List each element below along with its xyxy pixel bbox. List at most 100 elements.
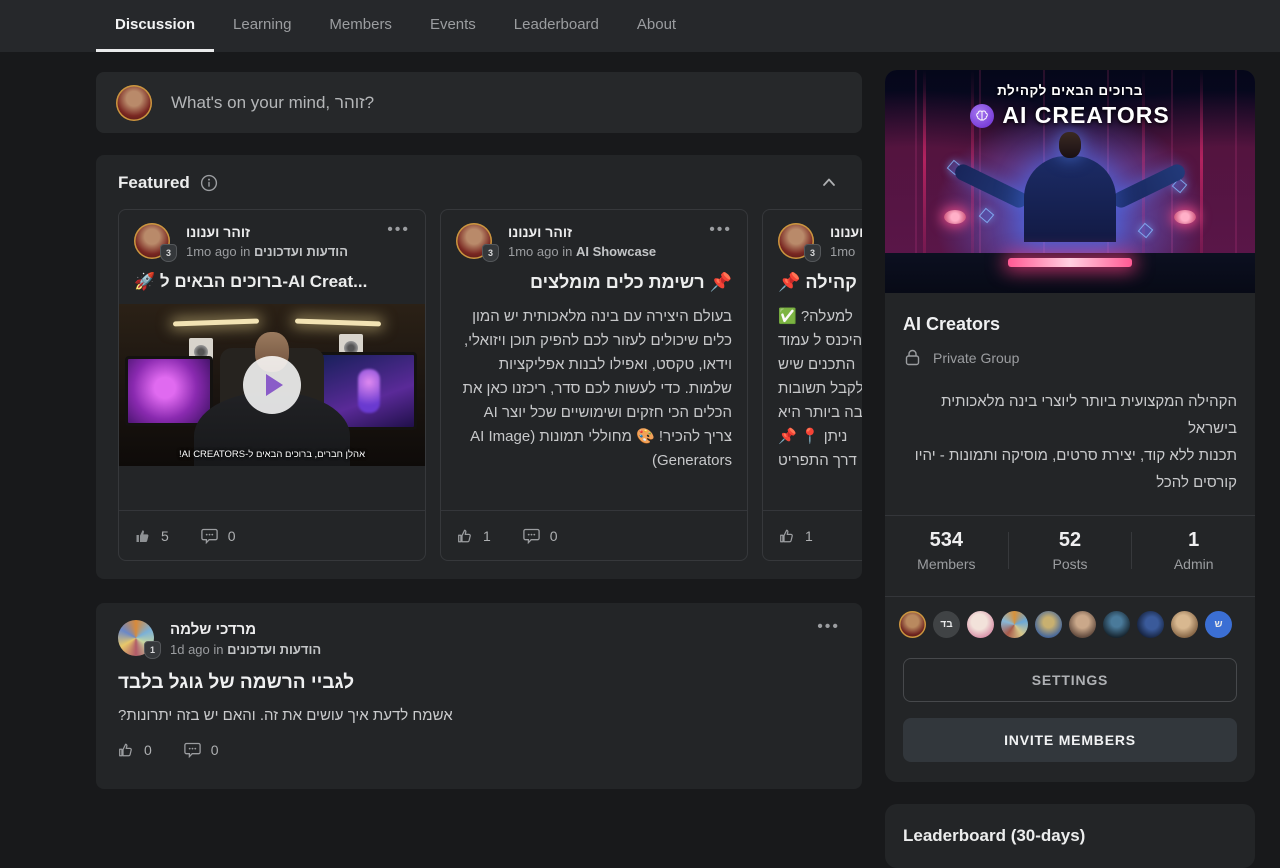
tab-about[interactable]: About (618, 0, 695, 52)
member-avatar[interactable] (1137, 611, 1164, 638)
figure-hand (1174, 210, 1196, 224)
comment-icon[interactable] (523, 527, 540, 544)
author-name[interactable]: מרדכי שלמה (170, 621, 321, 638)
body-line: למעלה? ✅ (778, 305, 862, 329)
stat-label: Admin (1132, 556, 1255, 572)
group-banner-image: ברוכים הבאים לקהילת AI CREATORS (885, 70, 1255, 293)
member-avatar[interactable] (1103, 611, 1130, 638)
meta-time: 1mo ago in (186, 244, 250, 259)
monitor-left (125, 356, 213, 426)
member-avatar[interactable] (967, 611, 994, 638)
video-caption: אהלן חברים, ברוכים הבאים ל-AI CREATORS! (119, 449, 425, 460)
card-footer: 1 (763, 510, 862, 560)
figure-head (1059, 132, 1081, 158)
member-avatar[interactable] (1035, 611, 1062, 638)
comment-count: 0 (550, 528, 558, 544)
banner-text: ברוכים הבאים לקהילת AI CREATORS (885, 83, 1255, 129)
post-body: בעולם היצירה עם בינה מלאכותית יש המון כל… (456, 305, 732, 473)
like-count: 1 (805, 528, 813, 544)
like-icon[interactable] (118, 742, 134, 758)
level-badge: 3 (482, 244, 499, 262)
tab-events[interactable]: Events (411, 0, 495, 52)
level-badge: 1 (144, 641, 161, 659)
like-count: 1 (483, 528, 491, 544)
member-avatars-row: בד ש (885, 596, 1255, 651)
body-line: ניתן 📍 📌 (778, 425, 862, 449)
stat-value: 52 (1009, 529, 1132, 552)
member-avatar[interactable] (899, 611, 926, 638)
group-stats: 534 Members 52 Posts 1 Admin (885, 515, 1255, 584)
banner-welcome-line: ברוכים הבאים לקהילת (885, 83, 1255, 98)
avatar[interactable]: 1 (118, 620, 154, 656)
tab-discussion[interactable]: Discussion (96, 0, 214, 52)
comment-icon[interactable] (184, 741, 201, 758)
description-line: הקהילה המקצועית ביותר ליוצרי בינה מלאכות… (903, 388, 1237, 442)
author-name[interactable]: זוהר וענונו (186, 224, 348, 240)
card-footer: 5 0 (119, 510, 425, 560)
play-button-icon[interactable] (243, 356, 301, 414)
level-badge: 3 (804, 244, 821, 262)
member-avatar[interactable] (1001, 611, 1028, 638)
post-title[interactable]: לגביי הרשמה של גוגל בלבד (118, 672, 840, 694)
like-icon[interactable] (779, 528, 795, 544)
post-menu-icon[interactable]: ••• (817, 618, 840, 636)
post-menu-icon[interactable]: ••• (709, 221, 732, 239)
comment-icon[interactable] (201, 527, 218, 544)
featured-section: Featured 3 זוהר וענונו 1mo (96, 155, 862, 579)
meta-time: 1mo ago in (508, 244, 572, 259)
composer-prompt: What's on your mind, זוהר? (171, 93, 374, 113)
chevron-up-icon[interactable] (820, 173, 838, 191)
feed-post[interactable]: 1 מרדכי שלמה 1d ago in הודעות ועדכונים •… (96, 603, 862, 789)
studio-light (173, 319, 259, 327)
featured-card-tools[interactable]: 3 זוהר וענונו 1mo ago in AI Showcase •••… (440, 209, 748, 561)
post-body: אשמח לדעת איך עושים את זה. והאם יש בזה י… (118, 707, 840, 724)
tab-leaderboard[interactable]: Leaderboard (495, 0, 618, 52)
figure-torso (1024, 156, 1116, 242)
stat-label: Posts (1009, 556, 1132, 572)
group-sidebar: ברוכים הבאים לקהילת AI CREATORS AI Creat… (885, 70, 1255, 868)
meta-category[interactable]: הודעות ועדכונים (254, 244, 348, 259)
group-info: AI Creators Private Group הקהילה המקצועי… (885, 293, 1255, 496)
avatar[interactable]: 3 (778, 223, 814, 259)
author-name[interactable]: זוהר וענונו (508, 224, 656, 240)
featured-title: Featured (118, 173, 190, 193)
group-description: הקהילה המקצועית ביותר ליוצרי בינה מלאכות… (903, 388, 1237, 496)
author-name[interactable]: וענונו (830, 224, 862, 240)
member-avatar[interactable]: ש (1205, 611, 1232, 638)
group-privacy: Private Group (903, 348, 1237, 367)
current-user-avatar[interactable] (116, 85, 152, 121)
avatar[interactable]: 3 (134, 223, 170, 259)
post-meta: 1mo ago in AI Showcase (508, 244, 656, 259)
comment-count: 0 (211, 742, 219, 758)
video-thumbnail[interactable]: אהלן חברים, ברוכים הבאים ל-AI CREATORS! (119, 304, 425, 466)
stat-value: 534 (885, 529, 1008, 552)
like-icon[interactable] (457, 528, 473, 544)
meta-time: 1d ago in (170, 642, 224, 657)
tab-members[interactable]: Members (310, 0, 411, 52)
like-count: 5 (161, 528, 169, 544)
stat-value: 1 (1132, 529, 1255, 552)
featured-card-welcome[interactable]: 3 זוהר וענונו 1mo ago in הודעות ועדכונים… (118, 209, 426, 561)
settings-button[interactable]: SETTINGS (903, 658, 1237, 702)
group-name: AI Creators (903, 314, 1237, 335)
nav-tabs: Discussion Learning Members Events Leade… (0, 0, 1280, 52)
tab-learning[interactable]: Learning (214, 0, 310, 52)
post-menu-icon[interactable]: ••• (387, 221, 410, 239)
post-title[interactable]: 📌 רשימת כלים מומלצים (456, 272, 732, 293)
brain-icon (970, 104, 994, 128)
meta-category[interactable]: AI Showcase (576, 244, 656, 259)
member-avatar[interactable] (1069, 611, 1096, 638)
body-line: לקבל תשובות (778, 377, 862, 401)
post-title[interactable]: 🚀 ברוכים הבאים ל-AI Creat... (134, 272, 410, 292)
featured-card-community-clipped[interactable]: 3 וענונו 1mo קהילה 📌 למעלה? ✅ היכנס ל עמ… (762, 209, 862, 561)
leaderboard-card: Leaderboard (30-days) (885, 804, 1255, 868)
invite-members-button[interactable]: INVITE MEMBERS (903, 718, 1237, 762)
avatar[interactable]: 3 (456, 223, 492, 259)
member-avatar[interactable]: בד (933, 611, 960, 638)
like-icon-filled[interactable] (135, 528, 151, 544)
post-title[interactable]: קהילה 📌 (778, 272, 862, 293)
member-avatar[interactable] (1171, 611, 1198, 638)
meta-category[interactable]: הודעות ועדכונים (227, 642, 321, 657)
post-composer[interactable]: What's on your mind, זוהר? (96, 72, 862, 133)
info-icon[interactable] (200, 174, 218, 192)
